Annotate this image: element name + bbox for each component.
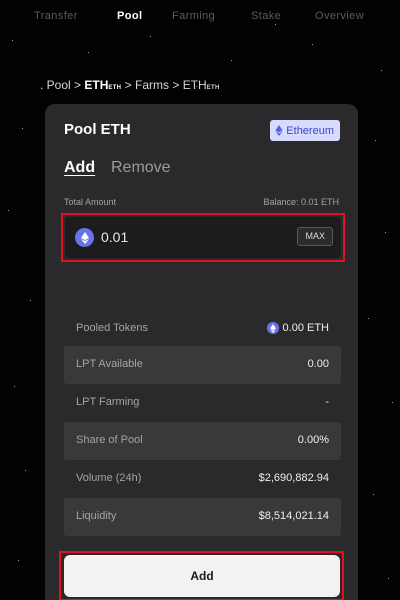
- eth-icon: [266, 322, 279, 334]
- ethereum-icon: [275, 125, 283, 136]
- tab-remove[interactable]: Remove: [111, 159, 171, 177]
- stat-value-wrap: 0.00 ETH: [266, 322, 329, 334]
- eth-icon: [75, 228, 94, 247]
- nav-item-overview[interactable]: Overview: [315, 10, 364, 22]
- nav-item-farming[interactable]: Farming: [172, 10, 215, 22]
- stat-value: 0.00%: [297, 434, 329, 446]
- star: [275, 24, 276, 25]
- stat-label: Pooled Tokens: [76, 322, 148, 334]
- star: [392, 402, 393, 403]
- star: [373, 494, 374, 495]
- star: [231, 60, 232, 61]
- stat-row-lpt-available: LPT Available 0.00: [64, 346, 341, 384]
- stat-label: LPT Farming: [76, 396, 140, 408]
- breadcrumb-pool[interactable]: . Pool: [40, 78, 71, 92]
- star: [312, 44, 313, 45]
- stat-label: Share of Pool: [76, 434, 143, 446]
- stat-value: 0.00: [307, 358, 329, 370]
- balance-label: Balance: 0.01 ETH: [263, 197, 339, 207]
- card-title: Pool ETH: [64, 121, 131, 138]
- network-badge[interactable]: Ethereum: [270, 120, 340, 141]
- tab-add[interactable]: Add: [64, 159, 95, 177]
- star: [14, 386, 15, 387]
- nav-item-pool[interactable]: Pool: [117, 10, 142, 22]
- breadcrumb-token: ETH: [84, 78, 109, 92]
- add-button[interactable]: Add: [64, 555, 340, 597]
- stat-label: LPT Available: [76, 358, 143, 370]
- breadcrumb-farms[interactable]: Farms: [135, 78, 169, 92]
- nav-item-transfer[interactable]: Transfer: [34, 10, 78, 22]
- breadcrumb-token-2: ETH: [182, 78, 207, 92]
- star: [375, 140, 376, 141]
- stat-row-volume-24h: Volume (24h) $2,690,882.94: [64, 460, 341, 498]
- star: [88, 52, 89, 53]
- amount-input[interactable]: 0.01 MAX: [65, 217, 341, 258]
- nav-item-stake[interactable]: Stake: [251, 10, 281, 22]
- star: [385, 232, 386, 233]
- amount-value[interactable]: 0.01: [101, 229, 128, 245]
- star: [368, 318, 369, 319]
- star: [18, 560, 19, 561]
- star: [25, 470, 26, 471]
- stat-value: $8,514,021.14: [258, 510, 329, 522]
- stat-row-share-of-pool: Share of Pool 0.00%: [64, 422, 341, 460]
- stat-label: Volume (24h): [76, 472, 142, 484]
- max-button[interactable]: MAX: [297, 227, 333, 246]
- star: [8, 210, 9, 211]
- breadcrumb: . Pool > ETHETH > Farms > ETHETH: [40, 78, 220, 92]
- star: [12, 40, 13, 41]
- stat-row-lpt-farming: LPT Farming -: [64, 384, 341, 422]
- star: [388, 578, 389, 579]
- star: [150, 36, 151, 37]
- breadcrumb-separator: >: [74, 78, 82, 92]
- breadcrumb-token-sub: ETH: [108, 85, 122, 91]
- breadcrumb-separator: >: [172, 78, 180, 92]
- total-amount-label: Total Amount: [64, 197, 117, 207]
- network-badge-label: Ethereum: [286, 124, 334, 137]
- top-nav: Transfer Pool Farming Stake Overview: [0, 10, 400, 24]
- breadcrumb-separator: >: [124, 78, 132, 92]
- star: [22, 128, 23, 129]
- stat-value: -: [325, 396, 329, 408]
- breadcrumb-token-2-sub: ETH: [206, 85, 220, 91]
- stat-row-pooled-tokens: Pooled Tokens 0.00 ETH: [64, 310, 341, 348]
- pool-page: Transfer Pool Farming Stake Overview . P…: [0, 0, 400, 600]
- stat-value: 0.00 ETH: [282, 322, 329, 334]
- pool-card: Pool ETH Ethereum Add Remove Total Amoun…: [45, 104, 358, 600]
- stat-value: $2,690,882.94: [258, 472, 329, 484]
- stat-label: Liquidity: [76, 510, 117, 522]
- star: [30, 300, 31, 301]
- stat-row-liquidity: Liquidity $8,514,021.14: [64, 498, 341, 536]
- star: [381, 70, 382, 71]
